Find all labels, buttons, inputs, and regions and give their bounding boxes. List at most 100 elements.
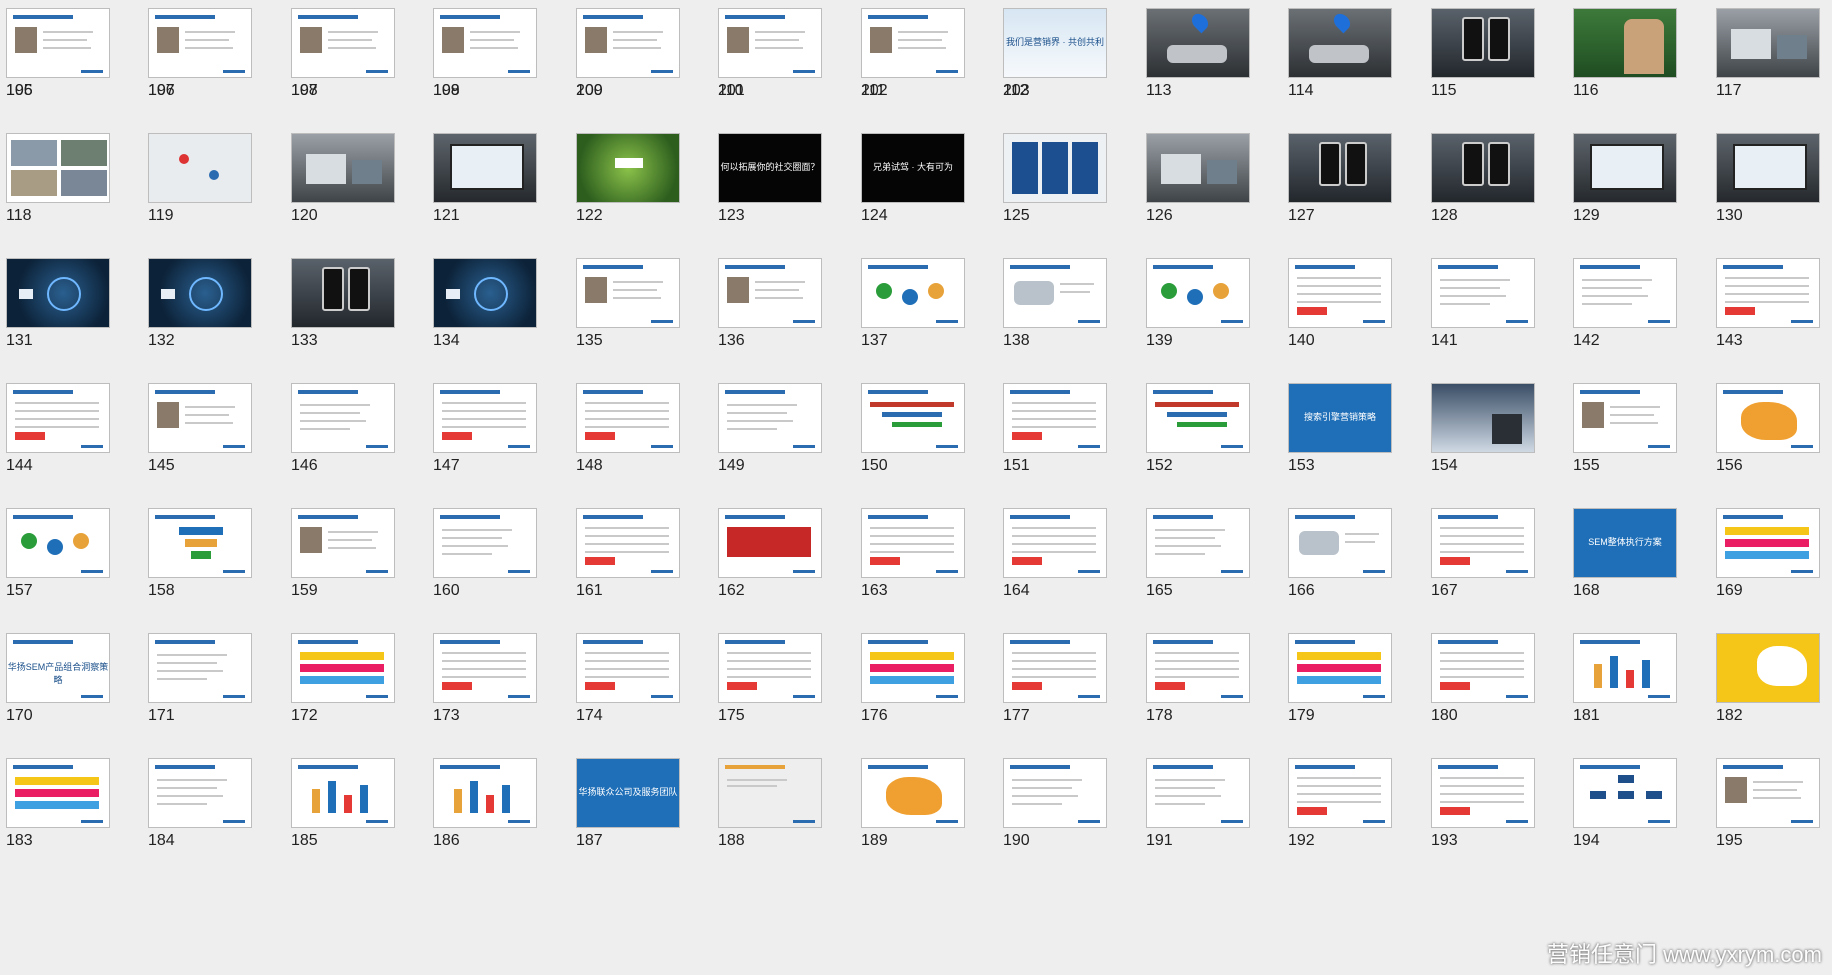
- slide-preview[interactable]: [576, 383, 680, 453]
- slide-preview[interactable]: [1716, 758, 1820, 828]
- slide-preview[interactable]: [148, 258, 252, 328]
- slide-preview[interactable]: [433, 758, 537, 828]
- slide-preview[interactable]: [1288, 508, 1392, 578]
- slide-preview[interactable]: [1573, 8, 1677, 78]
- slide-thumbnail-188[interactable]: 188: [712, 750, 824, 850]
- slide-thumbnail-125[interactable]: 125: [997, 125, 1109, 225]
- slide-thumbnail-134[interactable]: 134: [427, 250, 539, 350]
- slide-thumbnail-136[interactable]: 136: [712, 250, 824, 350]
- slide-preview[interactable]: [1573, 258, 1677, 328]
- slide-thumbnail-190[interactable]: 190: [997, 750, 1109, 850]
- slide-preview[interactable]: [1431, 258, 1535, 328]
- slide-thumbnail-128[interactable]: 128: [1425, 125, 1537, 225]
- slide-thumbnail-154[interactable]: 154: [1425, 375, 1537, 475]
- slide-preview[interactable]: [1716, 8, 1820, 78]
- slide-preview[interactable]: [1003, 383, 1107, 453]
- slide-preview[interactable]: [718, 383, 822, 453]
- slide-preview[interactable]: [148, 508, 252, 578]
- slide-preview[interactable]: [1431, 383, 1535, 453]
- slide-preview[interactable]: [1431, 8, 1535, 78]
- slide-preview[interactable]: [6, 8, 110, 78]
- slide-preview[interactable]: [291, 8, 395, 78]
- slide-thumbnail-143[interactable]: 143: [1710, 250, 1822, 350]
- slide-preview[interactable]: [576, 258, 680, 328]
- slide-preview[interactable]: SEM整体执行方案: [1573, 508, 1677, 578]
- slide-thumbnail-174[interactable]: 174: [570, 625, 682, 725]
- slide-thumbnail-126[interactable]: 126: [1140, 125, 1252, 225]
- slide-thumbnail-153[interactable]: 搜索引擎营销策略 153: [1282, 375, 1394, 475]
- slide-thumbnail-138[interactable]: 138: [997, 250, 1109, 350]
- slide-thumbnail-137[interactable]: 137: [855, 250, 967, 350]
- slide-thumbnail-162[interactable]: 162: [712, 500, 824, 600]
- slide-thumbnail-180[interactable]: 180: [1425, 625, 1537, 725]
- slide-thumbnail-196[interactable]: 196: [0, 0, 112, 100]
- slide-thumbnail-201[interactable]: 201: [712, 0, 824, 100]
- slide-preview[interactable]: [1288, 258, 1392, 328]
- slide-thumbnail-181[interactable]: 181: [1567, 625, 1679, 725]
- slide-thumbnail-139[interactable]: 139: [1140, 250, 1252, 350]
- slide-thumbnail-133[interactable]: 133: [285, 250, 397, 350]
- slide-preview[interactable]: [1288, 133, 1392, 203]
- slide-preview[interactable]: [1716, 383, 1820, 453]
- slide-preview[interactable]: [1003, 633, 1107, 703]
- slide-preview[interactable]: [576, 633, 680, 703]
- slide-thumbnail-178[interactable]: 178: [1140, 625, 1252, 725]
- slide-thumbnail-175[interactable]: 175: [712, 625, 824, 725]
- slide-thumbnail-118[interactable]: 118: [0, 125, 112, 225]
- slide-preview[interactable]: [433, 633, 537, 703]
- slide-preview[interactable]: [291, 133, 395, 203]
- slide-thumbnail-168[interactable]: SEM整体执行方案 168: [1567, 500, 1679, 600]
- slide-thumbnail-149[interactable]: 149: [712, 375, 824, 475]
- slide-preview[interactable]: [1431, 133, 1535, 203]
- slide-preview[interactable]: [861, 758, 965, 828]
- slide-thumbnail-186[interactable]: 186: [427, 750, 539, 850]
- slide-preview[interactable]: [1288, 8, 1392, 78]
- slide-thumbnail-135[interactable]: 135: [570, 250, 682, 350]
- slide-thumbnail-203[interactable]: 我们是营销界 · 共创共利 203: [997, 0, 1109, 100]
- slide-preview[interactable]: [718, 8, 822, 78]
- slide-preview[interactable]: [433, 8, 537, 78]
- slide-thumbnail-165[interactable]: 165: [1140, 500, 1252, 600]
- slide-thumbnail-184[interactable]: 184: [142, 750, 254, 850]
- slide-thumbnail-199[interactable]: 199: [427, 0, 539, 100]
- slide-thumbnail-158[interactable]: 158: [142, 500, 254, 600]
- slide-thumbnail-173[interactable]: 173: [427, 625, 539, 725]
- slide-preview[interactable]: 我们是营销界 · 共创共利: [1003, 8, 1107, 78]
- slide-thumbnail-113[interactable]: 113: [1140, 0, 1252, 100]
- slide-preview[interactable]: [6, 258, 110, 328]
- slide-preview[interactable]: 搜索引擎营销策略: [1288, 383, 1392, 453]
- slide-thumbnail-141[interactable]: 141: [1425, 250, 1537, 350]
- slide-thumbnail-176[interactable]: 176: [855, 625, 967, 725]
- slide-thumbnail-163[interactable]: 163: [855, 500, 967, 600]
- slide-thumbnail-172[interactable]: 172: [285, 625, 397, 725]
- slide-thumbnail-127[interactable]: 127: [1282, 125, 1394, 225]
- slide-preview[interactable]: [1288, 633, 1392, 703]
- slide-preview[interactable]: [861, 633, 965, 703]
- slide-thumbnail-152[interactable]: 152: [1140, 375, 1252, 475]
- slide-preview[interactable]: [433, 133, 537, 203]
- slide-preview[interactable]: [148, 758, 252, 828]
- slide-thumbnail-182[interactable]: 182: [1710, 625, 1822, 725]
- slide-preview[interactable]: [291, 633, 395, 703]
- slide-thumbnail-116[interactable]: 116: [1567, 0, 1679, 100]
- slide-thumbnail-145[interactable]: 145: [142, 375, 254, 475]
- slide-thumbnail-193[interactable]: 193: [1425, 750, 1537, 850]
- slide-preview[interactable]: [861, 508, 965, 578]
- slide-preview[interactable]: [1146, 758, 1250, 828]
- slide-preview[interactable]: [1716, 633, 1820, 703]
- slide-preview[interactable]: [718, 758, 822, 828]
- slide-preview[interactable]: [148, 8, 252, 78]
- slide-thumbnail-117[interactable]: 117: [1710, 0, 1822, 100]
- slide-preview[interactable]: [433, 258, 537, 328]
- slide-preview[interactable]: 兄弟试驾 · 大有可为: [861, 133, 965, 203]
- slide-thumbnail-123[interactable]: 何以拓展你的社交圈面？ 123: [712, 125, 824, 225]
- slide-thumbnail-140[interactable]: 140: [1282, 250, 1394, 350]
- slide-thumbnail-192[interactable]: 192: [1282, 750, 1394, 850]
- slide-thumbnail-187[interactable]: 华扬联众公司及服务团队 187: [570, 750, 682, 850]
- slide-preview[interactable]: [1573, 633, 1677, 703]
- slide-preview[interactable]: [718, 508, 822, 578]
- slide-preview[interactable]: [1716, 508, 1820, 578]
- slide-thumbnail-177[interactable]: 177: [997, 625, 1109, 725]
- slide-thumbnail-124[interactable]: 兄弟试驾 · 大有可为 124: [855, 125, 967, 225]
- slide-thumbnail-185[interactable]: 185: [285, 750, 397, 850]
